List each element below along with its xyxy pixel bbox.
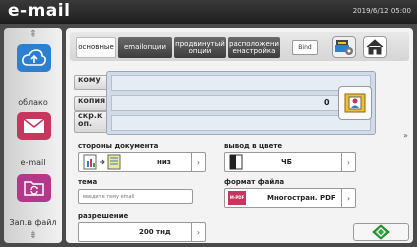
sidebar-item-email-label: e-mail	[20, 158, 46, 167]
title-bar: e-mail 2019/6/12 05:00	[0, 0, 417, 24]
color-output-label: вывод в цвете	[224, 142, 283, 150]
tab-bar: основные emailопции продвинутый опции ра…	[70, 32, 409, 61]
app-title: e-mail	[8, 1, 71, 21]
folder-sync-icon	[24, 181, 44, 196]
address-book-button[interactable]	[338, 86, 372, 120]
file-format-label: формат файла	[224, 178, 285, 186]
document-sides-selector[interactable]: низ ›	[78, 152, 206, 172]
sidebar-item-email[interactable]	[17, 112, 51, 140]
chevron-right-icon: ›	[191, 223, 205, 241]
home-icon	[366, 39, 384, 55]
more-options-icon[interactable]: »	[403, 131, 408, 140]
resolution-label: разрешение	[78, 212, 129, 220]
document-sides-label: стороны документа	[78, 142, 159, 150]
sidebar-scroll-up-icon[interactable]: ⇞	[4, 30, 62, 40]
document-sides-value: низ	[157, 158, 171, 166]
file-format-selector[interactable]: M-PDF Многостран. PDF ›	[224, 188, 356, 208]
resolution-selector[interactable]: 200 тнд ›	[78, 222, 206, 242]
chevron-right-icon: ›	[191, 153, 205, 171]
cc-label[interactable]: копия	[74, 96, 108, 111]
start-button[interactable]	[353, 223, 409, 241]
file-format-value: Многостран. PDF	[267, 194, 336, 202]
bind-button[interactable]: Bind	[292, 40, 318, 55]
to-label[interactable]: кому	[74, 75, 108, 90]
envelope-icon	[23, 118, 45, 133]
tab-advanced-options[interactable]: продвинутый опции	[174, 37, 226, 58]
bcc-input-line[interactable]	[111, 115, 371, 131]
sidebar-item-save-to-file-label: Зап.в файл	[9, 218, 57, 227]
profile-settings-button[interactable]	[332, 36, 356, 58]
printer-settings-icon	[335, 40, 353, 55]
color-output-selector[interactable]: ЧБ ›	[224, 152, 356, 172]
to-input-line[interactable]	[111, 75, 371, 91]
sidebar: ⇞ облако e-mail Зап.в файл ⇟	[4, 28, 62, 243]
subject-input[interactable]	[78, 189, 193, 204]
tab-layout-settings[interactable]: расположени енастройка	[228, 37, 280, 58]
bw-document-icon	[229, 154, 243, 170]
duplex-icon	[83, 154, 121, 170]
subject-label: тема	[78, 178, 98, 186]
chevron-right-icon: ›	[341, 189, 355, 207]
bcc-label[interactable]: скр.к оп.	[74, 111, 108, 133]
address-book-icon	[344, 93, 366, 113]
sidebar-item-cloud-label: облако	[18, 98, 48, 107]
cc-input-line[interactable]	[111, 95, 371, 111]
sidebar-item-save-to-file[interactable]	[17, 174, 51, 202]
pdf-file-icon: M-PDF	[228, 191, 246, 205]
color-output-value: ЧБ	[281, 158, 292, 166]
start-diamond-icon	[372, 224, 390, 240]
address-box[interactable]	[106, 71, 376, 135]
chevron-right-icon: ›	[341, 153, 355, 171]
tab-email-options[interactable]: emailопции	[118, 37, 172, 58]
datetime: 2019/6/12 05:00	[352, 7, 411, 15]
cloud-upload-icon	[22, 49, 46, 66]
sidebar-item-cloud[interactable]	[17, 44, 51, 72]
resolution-value: 200 тнд	[139, 228, 171, 236]
address-count: 0	[324, 98, 330, 107]
home-button[interactable]	[363, 36, 387, 58]
main-panel: основные emailопции продвинутый опции ра…	[66, 28, 413, 243]
tab-basic[interactable]: основные	[76, 37, 116, 58]
sidebar-scroll-down-icon[interactable]: ⇟	[4, 231, 62, 241]
